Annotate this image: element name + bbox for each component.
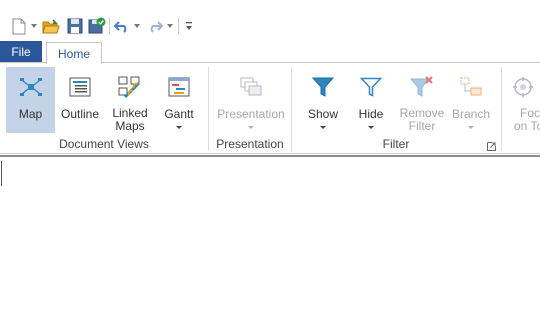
focus-on-topic-button[interactable]: Foc on To <box>512 67 540 133</box>
show-button[interactable]: Show <box>302 67 344 133</box>
funnel-filled-icon <box>307 71 339 103</box>
group-label-document-views: Document Views <box>59 137 149 151</box>
ribbon-tab-row: File Home <box>0 40 540 64</box>
map-icon <box>15 71 47 103</box>
hide-button[interactable]: Hide <box>350 67 392 133</box>
branch-icon <box>455 71 487 103</box>
group-presentation: Presentation Presentation <box>209 63 291 154</box>
ribbon: Map Outline Linked Maps Gantt Document Vi… <box>0 62 540 154</box>
branch-button[interactable]: Branch <box>448 67 494 133</box>
show-label: Show <box>307 107 339 121</box>
group-label-presentation: Presentation <box>216 137 284 151</box>
linked-maps-label-line2: Maps <box>115 119 145 133</box>
remove-filter-button[interactable]: Remove Filter <box>398 67 446 133</box>
undo-icon[interactable] <box>113 17 131 35</box>
linked-maps-label: Linked Maps <box>112 107 147 133</box>
quick-access-toolbar <box>0 0 540 40</box>
gantt-dropdown-icon <box>176 126 182 129</box>
funnel-outline-icon <box>355 71 387 103</box>
presentation-label: Presentation <box>217 107 285 121</box>
new-document-icon[interactable] <box>10 17 28 35</box>
gantt-button[interactable]: Gantt <box>157 67 201 133</box>
focus-icon <box>512 71 540 102</box>
hide-dropdown-icon <box>368 126 374 129</box>
focus-label: Foc on To <box>512 107 540 133</box>
document-canvas[interactable] <box>0 155 540 318</box>
text-caret <box>1 161 2 186</box>
outline-button[interactable]: Outline <box>57 67 103 133</box>
remove-filter-label-line2: Filter <box>408 119 436 133</box>
group-label-filter: Filter <box>382 137 410 151</box>
dialog-launcher-icon[interactable] <box>487 140 496 151</box>
presentation-button[interactable]: Presentation <box>213 67 289 133</box>
linked-maps-button[interactable]: Linked Maps <box>105 67 155 133</box>
group-focus: Foc on To <box>502 63 540 154</box>
show-dropdown-icon <box>320 126 326 129</box>
open-folder-icon[interactable] <box>42 17 60 35</box>
group-filter: Show Hide Remove Filter Branch Filter <box>292 63 500 154</box>
remove-filter-label: Remove Filter <box>400 107 445 133</box>
branch-dropdown-icon <box>468 126 474 129</box>
undo-dropdown-icon[interactable] <box>133 22 141 30</box>
redo-icon[interactable] <box>146 17 164 35</box>
focus-label-line2: on To <box>514 119 540 133</box>
save-all-icon[interactable] <box>88 17 106 35</box>
new-dropdown-icon[interactable] <box>30 22 38 30</box>
tab-home[interactable]: Home <box>46 42 102 64</box>
gantt-icon <box>163 71 195 103</box>
customize-icon[interactable] <box>180 17 198 35</box>
gantt-label: Gantt <box>164 107 194 121</box>
tab-file[interactable]: File <box>0 41 42 63</box>
map-button[interactable]: Map <box>6 67 55 133</box>
presentation-icon <box>235 71 267 103</box>
presentation-dropdown-icon <box>248 126 254 129</box>
linked-maps-label-line1: Linked <box>112 106 148 120</box>
remove-filter-icon <box>406 71 438 102</box>
qat-separator <box>109 18 110 34</box>
outline-icon <box>64 71 96 103</box>
map-label: Map <box>18 107 43 121</box>
branch-label: Branch <box>451 107 491 121</box>
redo-dropdown-icon[interactable] <box>166 22 174 30</box>
group-document-views: Map Outline Linked Maps Gantt Document Vi… <box>0 63 208 154</box>
linked-maps-icon <box>114 71 146 102</box>
remove-filter-label-line1: Remove <box>399 106 445 120</box>
outline-label: Outline <box>60 107 100 121</box>
focus-label-line1: Foc <box>520 106 540 120</box>
save-icon[interactable] <box>66 17 84 35</box>
hide-label: Hide <box>358 107 384 121</box>
qat-separator <box>178 18 179 34</box>
